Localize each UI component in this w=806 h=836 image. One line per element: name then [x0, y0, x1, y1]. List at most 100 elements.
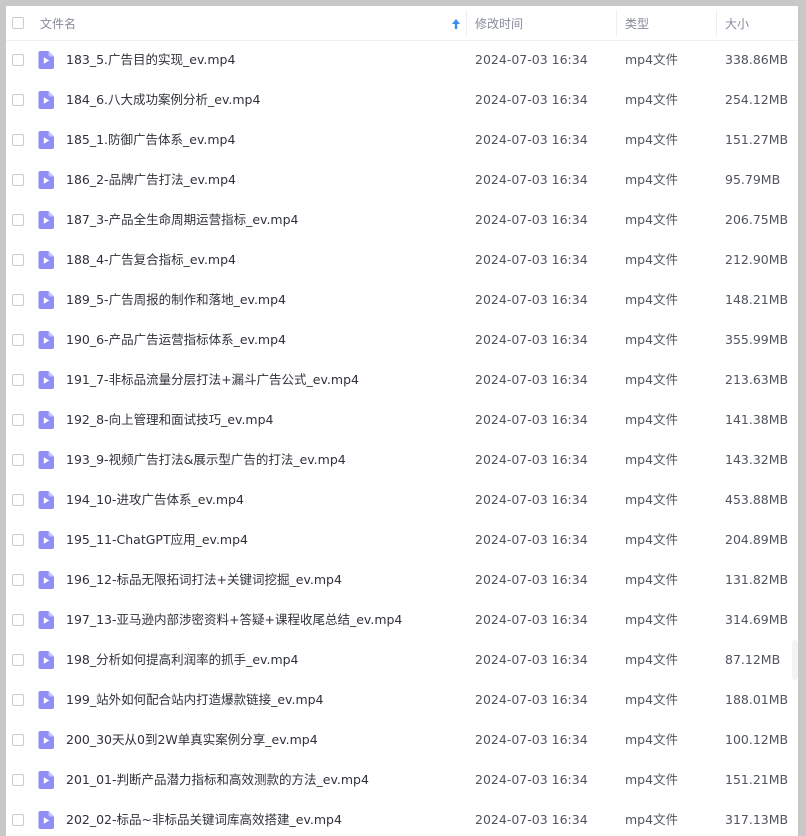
video-file-icon: [38, 531, 54, 549]
table-row[interactable]: 184_6.八大成功案例分析_ev.mp4 2024-07-03 16:34 m…: [6, 80, 798, 120]
column-header-type-label: 类型: [625, 16, 650, 31]
table-row[interactable]: 199_站外如何配合站内打造爆款链接_ev.mp4 2024-07-03 16:…: [6, 680, 798, 720]
table-row[interactable]: 202_02-标品~非标品关键词库高效搭建_ev.mp4 2024-07-03 …: [6, 800, 798, 836]
table-row[interactable]: 190_6-产品广告运营指标体系_ev.mp4 2024-07-03 16:34…: [6, 320, 798, 360]
row-checkbox[interactable]: [12, 614, 24, 626]
file-size: 95.79MB: [725, 172, 781, 187]
table-row[interactable]: 198_分析如何提高利润率的抓手_ev.mp4 2024-07-03 16:34…: [6, 640, 798, 680]
file-name[interactable]: 192_8-向上管理和面试技巧_ev.mp4: [66, 400, 273, 440]
row-checkbox[interactable]: [12, 534, 24, 546]
file-size: 453.88MB: [725, 492, 789, 507]
table-row[interactable]: 191_7-非标品流量分层打法+漏斗广告公式_ev.mp4 2024-07-03…: [6, 360, 798, 400]
column-header-type[interactable]: 类型: [625, 6, 715, 40]
row-checkbox[interactable]: [12, 174, 24, 186]
video-file-icon: [38, 771, 54, 789]
file-name[interactable]: 191_7-非标品流量分层打法+漏斗广告公式_ev.mp4: [66, 360, 359, 400]
table-row[interactable]: 187_3-产品全生命周期运营指标_ev.mp4 2024-07-03 16:3…: [6, 200, 798, 240]
table-row[interactable]: 194_10-进攻广告体系_ev.mp4 2024-07-03 16:34 mp…: [6, 480, 798, 520]
table-row[interactable]: 200_30天从0到2W单真实案例分享_ev.mp4 2024-07-03 16…: [6, 720, 798, 760]
row-checkbox[interactable]: [12, 294, 24, 306]
table-row[interactable]: 183_5.广告目的实现_ev.mp4 2024-07-03 16:34 mp4…: [6, 40, 798, 80]
modified-time: 2024-07-03 16:34: [475, 372, 588, 387]
column-divider[interactable]: [716, 10, 717, 36]
row-checkbox[interactable]: [12, 54, 24, 66]
file-name[interactable]: 196_12-标品无限拓词打法+关键词挖掘_ev.mp4: [66, 560, 342, 600]
file-size: 87.12MB: [725, 652, 781, 667]
video-file-icon: [38, 731, 54, 749]
file-name[interactable]: 200_30天从0到2W单真实案例分享_ev.mp4: [66, 720, 318, 760]
file-size: 148.21MB: [725, 292, 789, 307]
file-size: 204.89MB: [725, 532, 789, 547]
video-file-icon: [38, 171, 54, 189]
column-header-time[interactable]: 修改时间: [475, 6, 615, 40]
file-name[interactable]: 188_4-广告复合指标_ev.mp4: [66, 240, 236, 280]
file-name[interactable]: 184_6.八大成功案例分析_ev.mp4: [66, 80, 260, 120]
row-checkbox[interactable]: [12, 814, 24, 826]
video-file-icon: [38, 691, 54, 709]
file-name[interactable]: 197_13-亚马逊内部涉密资料+答疑+课程收尾总结_ev.mp4: [66, 600, 402, 640]
table-row[interactable]: 192_8-向上管理和面试技巧_ev.mp4 2024-07-03 16:34 …: [6, 400, 798, 440]
file-size: 254.12MB: [725, 92, 789, 107]
table-row[interactable]: 197_13-亚马逊内部涉密资料+答疑+课程收尾总结_ev.mp4 2024-0…: [6, 600, 798, 640]
file-name[interactable]: 194_10-进攻广告体系_ev.mp4: [66, 480, 244, 520]
table-row[interactable]: 193_9-视频广告打法&展示型广告的打法_ev.mp4 2024-07-03 …: [6, 440, 798, 480]
file-name[interactable]: 183_5.广告目的实现_ev.mp4: [66, 40, 235, 80]
column-header-size[interactable]: 大小: [725, 6, 795, 40]
video-file-icon: [38, 131, 54, 149]
table-row[interactable]: 185_1.防御广告体系_ev.mp4 2024-07-03 16:34 mp4…: [6, 120, 798, 160]
row-checkbox[interactable]: [12, 334, 24, 346]
table-row[interactable]: 196_12-标品无限拓词打法+关键词挖掘_ev.mp4 2024-07-03 …: [6, 560, 798, 600]
table-row[interactable]: 189_5-广告周报的制作和落地_ev.mp4 2024-07-03 16:34…: [6, 280, 798, 320]
column-divider[interactable]: [466, 10, 467, 36]
row-checkbox[interactable]: [12, 374, 24, 386]
table-row[interactable]: 188_4-广告复合指标_ev.mp4 2024-07-03 16:34 mp4…: [6, 240, 798, 280]
row-checkbox[interactable]: [12, 694, 24, 706]
row-checkbox[interactable]: [12, 254, 24, 266]
file-type: mp4文件: [625, 212, 679, 227]
modified-time: 2024-07-03 16:34: [475, 572, 588, 587]
video-file-icon: [38, 331, 54, 349]
file-size: 188.01MB: [725, 692, 789, 707]
row-checkbox[interactable]: [12, 654, 24, 666]
file-name[interactable]: 190_6-产品广告运营指标体系_ev.mp4: [66, 320, 286, 360]
file-name[interactable]: 186_2-品牌广告打法_ev.mp4: [66, 160, 236, 200]
file-name[interactable]: 198_分析如何提高利润率的抓手_ev.mp4: [66, 640, 299, 680]
file-size: 213.63MB: [725, 372, 789, 387]
table-row[interactable]: 186_2-品牌广告打法_ev.mp4 2024-07-03 16:34 mp4…: [6, 160, 798, 200]
file-type: mp4文件: [625, 92, 679, 107]
row-checkbox[interactable]: [12, 574, 24, 586]
video-file-icon: [38, 651, 54, 669]
scrollbar-thumb[interactable]: [792, 640, 798, 680]
file-size: 131.82MB: [725, 572, 789, 587]
file-name[interactable]: 187_3-产品全生命周期运营指标_ev.mp4: [66, 200, 298, 240]
file-name[interactable]: 202_02-标品~非标品关键词库高效搭建_ev.mp4: [66, 800, 342, 836]
sort-up-arrow-icon[interactable]: [450, 17, 462, 31]
column-header-time-label: 修改时间: [475, 16, 524, 31]
table-row[interactable]: 201_01-判断产品潜力指标和高效测款的方法_ev.mp4 2024-07-0…: [6, 760, 798, 800]
file-size: 100.12MB: [725, 732, 789, 747]
file-size: 212.90MB: [725, 252, 789, 267]
row-checkbox[interactable]: [12, 134, 24, 146]
file-name[interactable]: 199_站外如何配合站内打造爆款链接_ev.mp4: [66, 680, 324, 720]
video-file-icon: [38, 611, 54, 629]
video-file-icon: [38, 291, 54, 309]
row-checkbox[interactable]: [12, 494, 24, 506]
row-checkbox[interactable]: [12, 214, 24, 226]
select-all-checkbox[interactable]: [12, 17, 24, 29]
file-name[interactable]: 189_5-广告周报的制作和落地_ev.mp4: [66, 280, 286, 320]
row-checkbox[interactable]: [12, 454, 24, 466]
file-name[interactable]: 201_01-判断产品潜力指标和高效测款的方法_ev.mp4: [66, 760, 369, 800]
column-divider[interactable]: [616, 10, 617, 36]
row-checkbox[interactable]: [12, 414, 24, 426]
file-list-panel: 文件名 修改时间 类型 大小 183_5.广告目的实现_ev.mp4 2024-…: [6, 6, 798, 836]
file-size: 206.75MB: [725, 212, 789, 227]
file-name[interactable]: 195_11-ChatGPT应用_ev.mp4: [66, 520, 248, 560]
table-row[interactable]: 195_11-ChatGPT应用_ev.mp4 2024-07-03 16:34…: [6, 520, 798, 560]
column-header-name[interactable]: 文件名: [40, 6, 466, 40]
file-name[interactable]: 185_1.防御广告体系_ev.mp4: [66, 120, 235, 160]
row-checkbox[interactable]: [12, 734, 24, 746]
file-name[interactable]: 193_9-视频广告打法&展示型广告的打法_ev.mp4: [66, 440, 346, 480]
row-checkbox[interactable]: [12, 94, 24, 106]
modified-time: 2024-07-03 16:34: [475, 132, 588, 147]
row-checkbox[interactable]: [12, 774, 24, 786]
